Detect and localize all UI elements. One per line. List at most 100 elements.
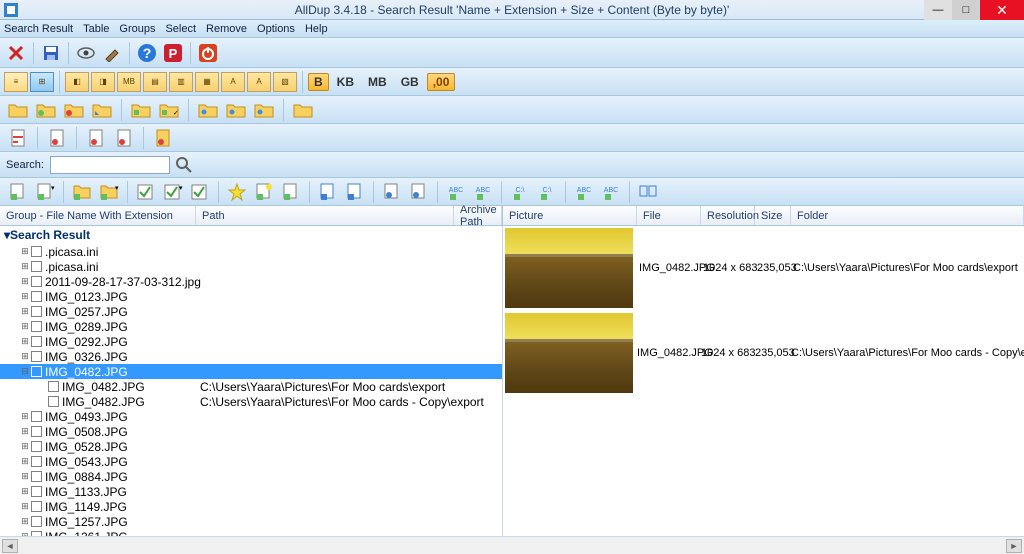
tree-item[interactable]: ⊟IMG_0482.JPG [0,364,502,379]
scroll-left-icon[interactable]: ◄ [2,539,18,553]
expand-icon[interactable]: ⊞ [20,531,30,536]
folder-icon-2[interactable] [34,100,58,120]
file-icon-2[interactable] [45,128,69,148]
folder-icon-1[interactable] [6,100,30,120]
size-gb[interactable]: GB [395,73,425,91]
expand-icon[interactable]: ⊞ [20,471,30,482]
size-comma[interactable]: ,00 [427,73,456,91]
delete-icon[interactable] [4,41,28,65]
expand-icon[interactable]: ⊞ [20,276,30,287]
expand-icon[interactable]: ⊞ [20,486,30,497]
help-icon[interactable]: ? [135,41,159,65]
view-btn-1[interactable]: ≡ [4,72,28,92]
folder-icon-8[interactable] [224,100,248,120]
tree-item[interactable]: ⊞.picasa.ini [0,244,502,259]
tree-item[interactable]: ⊞IMG_0884.JPG [0,469,502,484]
checkbox[interactable] [31,426,42,437]
expand-icon[interactable]: ⊟ [20,366,30,377]
detail-row[interactable]: IMG_0482.JPG1024 x 683235,053C:\Users\Ya… [503,226,1024,311]
size-mb[interactable]: MB [362,73,393,91]
sel-btn-11[interactable] [343,181,367,203]
tree-item[interactable]: ⊞IMG_0123.JPG [0,289,502,304]
search-input[interactable] [50,156,170,174]
minimize-button[interactable]: — [924,0,952,20]
sel-btn-star[interactable] [225,181,249,203]
file-icon-1[interactable] [6,128,30,148]
col-file[interactable]: File [637,206,701,225]
tree-item[interactable]: ⊞IMG_0289.JPG [0,319,502,334]
brush-icon[interactable] [100,41,124,65]
view-btn-8[interactable]: ▧ [273,72,297,92]
checkbox[interactable] [31,246,42,257]
checkbox[interactable] [31,351,42,362]
checkbox[interactable] [48,381,59,392]
tree-child-item[interactable]: IMG_0482.JPGC:\Users\Yaara\Pictures\For … [0,379,502,394]
checkbox[interactable] [31,411,42,422]
view-btn-mb[interactable]: MB [117,72,141,92]
power-icon[interactable] [196,41,220,65]
sel-btn-6[interactable]: ▾ [161,181,185,203]
menu-groups[interactable]: Groups [119,23,155,35]
checkbox[interactable] [31,321,42,332]
sel-btn-abc4[interactable]: ABC [599,181,623,203]
checkbox[interactable] [31,306,42,317]
expand-icon[interactable]: ⊞ [20,246,30,257]
file-icon-5[interactable] [151,128,175,148]
close-button[interactable]: ✕ [980,0,1024,20]
pinterest-icon[interactable]: P [161,41,185,65]
sel-btn-compare[interactable] [636,181,660,203]
menu-search-result[interactable]: Search Result [4,23,73,35]
col-resolution[interactable]: Resolution [701,206,755,225]
sel-btn-7[interactable] [188,181,212,203]
tree-item[interactable]: ⊞IMG_0508.JPG [0,424,502,439]
tree-item[interactable]: ⊞IMG_1133.JPG [0,484,502,499]
checkbox[interactable] [31,261,42,272]
sel-btn-ca2[interactable]: C:\ [535,181,559,203]
expand-icon[interactable]: ⊞ [20,261,30,272]
tree-item[interactable]: ⊞IMG_1257.JPG [0,514,502,529]
sel-btn-8[interactable] [252,181,276,203]
collapse-icon[interactable]: ▾ [4,228,10,242]
expand-icon[interactable]: ⊞ [20,426,30,437]
sel-btn-2[interactable]: ▾ [33,181,57,203]
tree-item[interactable]: ⊞IMG_0528.JPG [0,439,502,454]
expand-icon[interactable]: ⊞ [20,441,30,452]
checkbox[interactable] [31,366,42,377]
expand-icon[interactable]: ⊞ [20,411,30,422]
sel-btn-4[interactable]: ▾ [97,181,121,203]
view-btn-a2[interactable]: A [247,72,271,92]
tree-item[interactable]: ⊞IMG_0257.JPG [0,304,502,319]
checkbox[interactable] [31,531,42,536]
tree-root[interactable]: ▾ Search Result [0,226,502,244]
expand-icon[interactable]: ⊞ [20,351,30,362]
folder-icon-10[interactable] [291,100,315,120]
checkbox[interactable] [31,291,42,302]
folder-icon-3[interactable] [62,100,86,120]
folder-icon-4[interactable] [90,100,114,120]
col-picture[interactable]: Picture [503,206,637,225]
detail-panel[interactable]: IMG_0482.JPG1024 x 683235,053C:\Users\Ya… [502,226,1024,536]
sel-btn-ca1[interactable]: C:\ [508,181,532,203]
folder-icon-5[interactable] [129,100,153,120]
view-btn-6[interactable]: ▥ [169,72,193,92]
view-btn-5[interactable]: ▤ [143,72,167,92]
tree-item[interactable]: ⊞.picasa.ini [0,259,502,274]
folder-icon-7[interactable] [196,100,220,120]
size-b[interactable]: B [308,73,329,91]
sel-btn-5[interactable] [134,181,158,203]
expand-icon[interactable]: ⊞ [20,516,30,527]
expand-icon[interactable]: ⊞ [20,321,30,332]
scroll-right-icon[interactable]: ► [1006,539,1022,553]
sel-btn-1[interactable] [6,181,30,203]
folder-icon-9[interactable] [252,100,276,120]
col-archive[interactable]: Archive Path [454,206,502,225]
menu-remove[interactable]: Remove [206,23,247,35]
tree-item[interactable]: ⊞IMG_0292.JPG [0,334,502,349]
expand-icon[interactable]: ⊞ [20,456,30,467]
expand-icon[interactable]: ⊞ [20,306,30,317]
col-size[interactable]: Size [755,206,791,225]
sel-btn-abc2[interactable]: ABC [471,181,495,203]
tree-item[interactable]: ⊞IMG_1149.JPG [0,499,502,514]
checkbox[interactable] [31,276,42,287]
tree-item[interactable]: ⊞2011-09-28-17-37-03-312.jpg [0,274,502,289]
